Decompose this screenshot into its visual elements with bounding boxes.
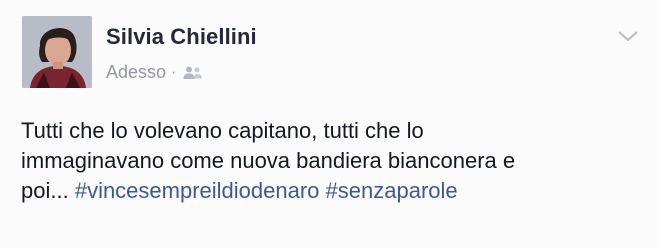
- post-text: Tutti che lo volevano capitano, tutti ch…: [21, 116, 641, 206]
- hashtag-link[interactable]: #vincesempreildiodenaro: [75, 178, 320, 203]
- meta-separator: ·: [171, 63, 177, 81]
- post-meta: Adesso ·: [106, 62, 204, 83]
- friends-icon[interactable]: [182, 65, 204, 81]
- post-text-fragment: poi...: [21, 178, 69, 203]
- avatar[interactable]: [22, 16, 92, 88]
- post-text-line: Tutti che lo volevano capitano, tutti ch…: [21, 118, 424, 143]
- author-name[interactable]: Silvia Chiellini: [106, 24, 257, 50]
- timestamp[interactable]: Adesso: [106, 62, 166, 83]
- avatar-image: [22, 16, 92, 88]
- hashtag-link[interactable]: #senzaparole: [326, 178, 458, 203]
- post-text-line: immaginavano come nuova bandiera biancon…: [21, 148, 516, 173]
- chevron-down-icon[interactable]: [616, 28, 640, 44]
- post-text-line: poi... #vincesempreildiodenaro #senzapar…: [21, 176, 641, 206]
- post-card: Silvia Chiellini Adesso · Tutti che lo v…: [0, 0, 660, 248]
